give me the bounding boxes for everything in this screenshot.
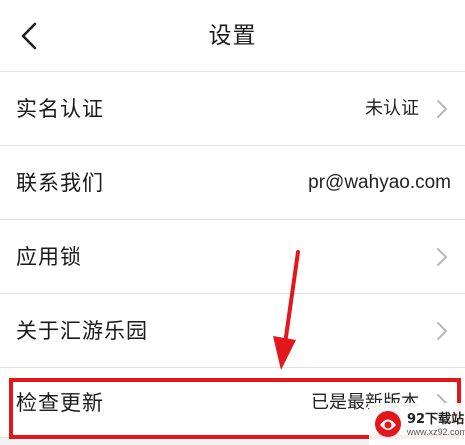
- page-title: 设置: [208, 23, 257, 49]
- watermark: 92下载站 www.xz92.com: [369, 403, 465, 445]
- contact-email: pr@wahyao.com: [308, 172, 451, 193]
- settings-item-label: 实名认证: [16, 97, 104, 121]
- watermark-url: www.xz92.com: [407, 427, 465, 437]
- settings-item-label: 应用锁: [16, 245, 82, 269]
- settings-item-label: 检查更新: [16, 391, 104, 415]
- settings-list: 实名认证 未认证 联系我们 pr@wahyao.com 应用锁 关于汇游乐园 检…: [0, 72, 465, 438]
- site-logo-icon: [375, 411, 401, 437]
- chevron-right-icon: [435, 247, 449, 267]
- settings-item-label: 联系我们: [16, 171, 104, 195]
- verification-status: 未认证: [365, 98, 419, 119]
- settings-item-contact[interactable]: 联系我们 pr@wahyao.com: [0, 146, 465, 220]
- settings-item-about[interactable]: 关于汇游乐园: [0, 294, 465, 368]
- settings-item-label: 关于汇游乐园: [16, 319, 148, 343]
- chevron-right-icon: [435, 321, 449, 341]
- watermark-title: 92下载站: [407, 412, 465, 427]
- header: 设置: [0, 0, 465, 72]
- chevron-right-icon: [435, 99, 449, 119]
- settings-item-app-lock[interactable]: 应用锁: [0, 220, 465, 294]
- settings-item-real-name[interactable]: 实名认证 未认证: [0, 72, 465, 146]
